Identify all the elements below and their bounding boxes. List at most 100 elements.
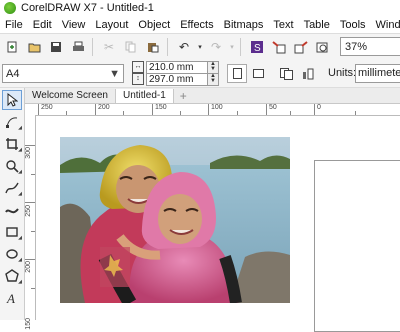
ruler-label: 150 bbox=[155, 104, 167, 111]
menu-text[interactable]: Text bbox=[268, 19, 298, 31]
ruler-tick bbox=[266, 104, 267, 115]
page-size-value: A4 bbox=[6, 67, 20, 80]
tab-welcome-screen[interactable]: Welcome Screen bbox=[25, 89, 116, 103]
zoom-level-dropdown[interactable]: 37% bbox=[340, 37, 400, 56]
ruler-tick bbox=[66, 111, 67, 115]
document-tabs: Welcome Screen Untitled-1 + bbox=[25, 88, 400, 104]
menu-window[interactable]: Window bbox=[371, 19, 400, 31]
artistic-media-tool-icon[interactable] bbox=[2, 200, 22, 220]
ruler-tick bbox=[355, 111, 356, 115]
zoom-level-value: 37% bbox=[345, 40, 368, 53]
menu-effects[interactable]: Effects bbox=[175, 19, 218, 31]
tab-untitled-1[interactable]: Untitled-1 bbox=[115, 89, 174, 103]
ruler-tick bbox=[31, 288, 35, 289]
corel-connect-icon[interactable]: S bbox=[247, 37, 267, 57]
new-tab-icon[interactable]: + bbox=[174, 89, 193, 103]
pick-tool-icon[interactable] bbox=[2, 90, 22, 110]
copy-icon[interactable] bbox=[121, 37, 141, 57]
flyout-indicator-icon: ◢ bbox=[18, 257, 22, 263]
ruler-tick bbox=[25, 202, 35, 203]
redo-dropdown-icon[interactable]: ▾ bbox=[228, 37, 236, 57]
ellipse-tool-icon[interactable]: ◢ bbox=[2, 244, 22, 264]
redo-icon[interactable]: ↷ bbox=[206, 37, 226, 57]
ruler-label: 250 bbox=[25, 205, 32, 217]
landscape-button[interactable] bbox=[248, 64, 268, 83]
flyout-indicator-icon: ◢ bbox=[18, 235, 22, 241]
ruler-tick bbox=[25, 259, 35, 260]
print-icon[interactable] bbox=[68, 37, 88, 57]
menu-bitmaps[interactable]: Bitmaps bbox=[219, 19, 269, 31]
height-spinner[interactable]: ▲ ▼ bbox=[208, 72, 219, 86]
ruler-label: 50 bbox=[269, 104, 277, 111]
menu-object[interactable]: Object bbox=[133, 19, 175, 31]
units-label: Units: bbox=[328, 67, 357, 79]
shape-tool-icon[interactable]: ◢ bbox=[2, 112, 22, 132]
ruler-tick bbox=[31, 174, 35, 175]
ruler-tick bbox=[290, 111, 291, 115]
standard-toolbar: ✂ ↶ ▾ ↷ ▾ S 37% bbox=[0, 33, 400, 60]
current-page-icon[interactable] bbox=[298, 64, 318, 83]
ruler-label: 100 bbox=[211, 104, 223, 111]
ruler-label: 300 bbox=[25, 147, 32, 159]
ruler-tick bbox=[38, 104, 39, 115]
open-icon[interactable] bbox=[24, 37, 44, 57]
freehand-tool-icon[interactable]: ◢ bbox=[2, 178, 22, 198]
height-icon: ↕ bbox=[132, 73, 144, 85]
page-width-row: ↔ 210.0 mm ▲ ▼ bbox=[132, 60, 219, 74]
all-pages-icon[interactable] bbox=[276, 64, 296, 83]
paste-icon[interactable] bbox=[143, 37, 163, 57]
menu-bar: File Edit View Layout Object Effects Bit… bbox=[0, 16, 400, 33]
toolbar-separator bbox=[240, 37, 241, 56]
units-dropdown[interactable]: millimeters bbox=[355, 64, 400, 83]
width-icon: ↔ bbox=[132, 61, 144, 73]
menu-file[interactable]: File bbox=[0, 19, 28, 31]
ruler-tick bbox=[314, 104, 315, 115]
toolbar-separator bbox=[167, 37, 168, 56]
horizontal-ruler[interactable]: 250 200 150 100 50 0 bbox=[35, 104, 400, 116]
ruler-tick bbox=[25, 145, 35, 146]
portrait-button[interactable] bbox=[227, 64, 247, 83]
undo-icon[interactable]: ↶ bbox=[174, 37, 194, 57]
ruler-tick bbox=[180, 111, 181, 115]
chevron-down-icon: ▼ bbox=[109, 67, 120, 80]
save-icon[interactable] bbox=[46, 37, 66, 57]
ruler-tick bbox=[152, 104, 153, 115]
new-document-icon[interactable] bbox=[2, 37, 22, 57]
import-icon[interactable] bbox=[269, 37, 289, 57]
rectangle-tool-icon[interactable]: ◢ bbox=[2, 222, 22, 242]
ruler-label: 200 bbox=[25, 261, 32, 273]
ruler-tick bbox=[208, 104, 209, 115]
svg-text:A: A bbox=[6, 291, 15, 305]
export-icon[interactable] bbox=[291, 37, 311, 57]
cut-icon[interactable]: ✂ bbox=[99, 37, 119, 57]
flyout-indicator-icon: ◢ bbox=[18, 169, 22, 175]
polygon-tool-icon[interactable]: ◢ bbox=[2, 266, 22, 286]
window-title: CorelDRAW X7 - Untitled-1 bbox=[21, 2, 154, 14]
menu-table[interactable]: Table bbox=[299, 19, 335, 31]
ruler-tick bbox=[237, 111, 238, 115]
zoom-tool-icon[interactable]: ◢ bbox=[2, 156, 22, 176]
imported-photo[interactable] bbox=[60, 137, 290, 303]
menu-view[interactable]: View bbox=[57, 19, 91, 31]
document-page[interactable] bbox=[314, 160, 400, 332]
menu-layout[interactable]: Layout bbox=[90, 19, 133, 31]
vertical-ruler[interactable]: 300 250 200 150 bbox=[25, 115, 36, 330]
menu-edit[interactable]: Edit bbox=[28, 19, 57, 31]
page-height-input[interactable]: 297.0 mm bbox=[146, 72, 208, 86]
menu-tools[interactable]: Tools bbox=[335, 19, 371, 31]
page-height-row: ↕ 297.0 mm ▲ ▼ bbox=[132, 72, 219, 86]
ruler-label: 200 bbox=[98, 104, 110, 111]
crop-tool-icon[interactable]: ◢ bbox=[2, 134, 22, 154]
flyout-indicator-icon: ◢ bbox=[18, 125, 22, 131]
svg-text:S: S bbox=[254, 43, 261, 54]
flyout-indicator-icon: ◢ bbox=[18, 147, 22, 153]
flyout-indicator-icon: ◢ bbox=[18, 191, 22, 197]
ruler-tick bbox=[123, 111, 124, 115]
text-tool-icon[interactable]: A bbox=[2, 288, 22, 308]
page-size-dropdown[interactable]: A4 ▼ bbox=[2, 64, 124, 83]
publish-pdf-icon[interactable] bbox=[313, 37, 333, 57]
undo-dropdown-icon[interactable]: ▾ bbox=[196, 37, 204, 57]
toolbox: ◢ ◢ ◢ ◢ ◢ ◢ ◢ A bbox=[0, 88, 25, 320]
toolbar-separator bbox=[92, 37, 93, 56]
ruler-label: 0 bbox=[317, 104, 321, 111]
